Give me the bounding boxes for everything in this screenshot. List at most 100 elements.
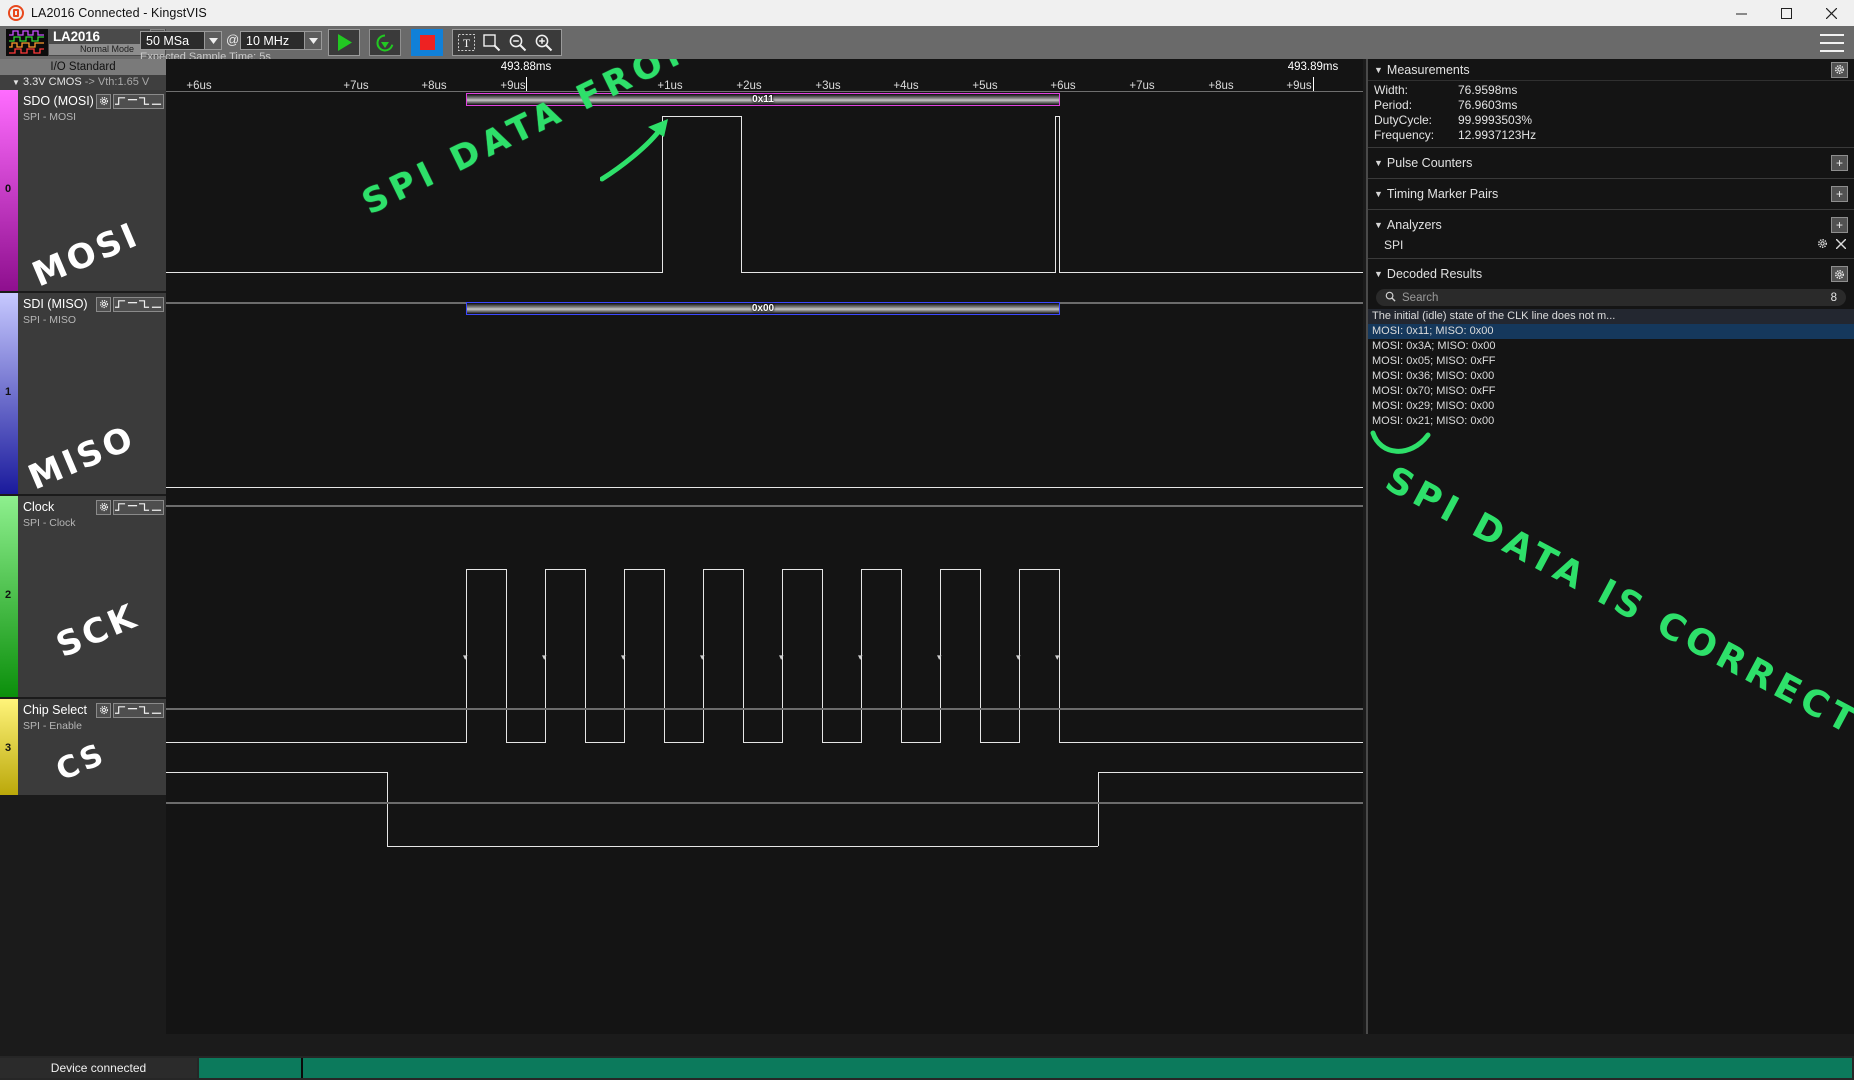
channel-index-3: 3 — [5, 742, 12, 754]
close-icon[interactable] — [1809, 0, 1854, 26]
sample-rate-dropdown[interactable]: 10 MHz — [240, 31, 322, 50]
chevron-down-icon[interactable]: ▼ — [1374, 158, 1383, 168]
decoded-result-row[interactable]: MOSI: 0x05; MISO: 0xFF — [1368, 354, 1854, 369]
decoded-results-list[interactable]: The initial (idle) state of the CLK line… — [1368, 309, 1854, 429]
waveform-lane-miso[interactable]: 0x00 — [166, 302, 1363, 507]
maximize-icon[interactable] — [1764, 0, 1809, 26]
clock-signal — [545, 569, 585, 570]
close-icon[interactable] — [1835, 238, 1847, 252]
device-logo-icon — [6, 29, 48, 56]
waveform-lane-chipselect[interactable] — [166, 710, 1363, 847]
analyzers-section-header[interactable]: ▼ Analyzers + — [1368, 214, 1854, 236]
high-level-icon — [127, 504, 138, 506]
loop-icon[interactable] — [369, 29, 401, 56]
measurement-row: Width: 76.9598ms — [1368, 83, 1854, 98]
zoom-in-icon[interactable] — [531, 30, 557, 55]
chevron-down-icon[interactable] — [204, 32, 221, 49]
channel-settings-gear-icon[interactable] — [96, 499, 111, 515]
io-standard-value[interactable]: ▼ 3.3V CMOS -> Vth:1.65 V — [0, 75, 166, 90]
chevron-down-icon[interactable]: ▼ — [1374, 65, 1383, 75]
waveform-area[interactable]: +6us +7us +8us +9us +1us +2us +3us +4us … — [166, 59, 1363, 1034]
run-icon[interactable] — [328, 29, 360, 56]
plus-icon[interactable]: + — [1831, 186, 1848, 202]
text-tool-button[interactable]: T — [453, 30, 479, 55]
timing-marker-pairs-title: Timing Marker Pairs — [1386, 187, 1499, 201]
channel-row-3[interactable]: 3 Chip Select SPI - Enable CS — [0, 699, 166, 797]
waveform-lane-mosi[interactable]: 0x11 SPI DATA FROM SPI POLL SEND — [166, 59, 1363, 304]
measurement-row: Period: 76.9603ms — [1368, 98, 1854, 113]
decoded-result-row[interactable]: MOSI: 0x70; MISO: 0xFF — [1368, 384, 1854, 399]
search-placeholder: Search — [1402, 291, 1439, 304]
zoom-out-icon[interactable] — [505, 30, 531, 55]
edge-trigger-group[interactable] — [113, 93, 164, 109]
clock-edge-marker: ▾ — [463, 652, 468, 662]
minimize-icon[interactable] — [1719, 0, 1764, 26]
capture-progress-bar — [199, 1058, 1852, 1078]
chevron-down-icon[interactable]: ▼ — [1374, 220, 1383, 230]
io-standard-label: I/O Standard — [0, 59, 166, 75]
decoded-results-title: Decoded Results — [1386, 267, 1483, 281]
decoded-result-row[interactable]: MOSI: 0x29; MISO: 0x00 — [1368, 399, 1854, 414]
decoded-result-row[interactable]: MOSI: 0x21; MISO: 0x00 — [1368, 414, 1854, 429]
decoded-result-row[interactable]: The initial (idle) state of the CLK line… — [1368, 309, 1854, 324]
channel-row-2[interactable]: 2 Clock SPI - Clock SCK — [0, 496, 166, 699]
waveform-lane-clock[interactable]: ▾ ▾ ▾ ▾ ▾ ▾ ▾ ▾ ▾ — [166, 507, 1363, 743]
channel-settings-gear-icon[interactable] — [96, 296, 111, 312]
channel-name-3: Chip Select — [23, 703, 87, 717]
measurements-list: Width: 76.9598ms Period: 76.9603ms DutyC… — [1368, 81, 1854, 143]
channel-row-1[interactable]: 1 SDI (MISO) SPI - MISO MISO — [0, 293, 166, 496]
high-level-icon — [127, 707, 138, 709]
clock-edge-marker: ▾ — [621, 652, 626, 662]
app-logo-icon — [8, 5, 24, 21]
miso-packet[interactable]: 0x00 — [466, 302, 1060, 315]
stop-icon[interactable] — [411, 29, 443, 56]
mosi-packet[interactable]: 0x11 — [466, 93, 1060, 106]
search-input[interactable]: Search 8 — [1376, 289, 1846, 306]
cs-signal — [387, 772, 388, 846]
plus-icon[interactable]: + — [1831, 155, 1848, 171]
chevron-down-icon[interactable] — [304, 32, 321, 49]
edge-trigger-group[interactable] — [113, 702, 164, 718]
hamburger-icon[interactable] — [1820, 34, 1844, 52]
time-ruler[interactable]: +6us +7us +8us +9us +1us +2us +3us +4us … — [166, 59, 1363, 92]
chevron-down-icon[interactable]: ▼ — [1374, 269, 1383, 279]
measurements-section-header[interactable]: ▼ Measurements — [1368, 59, 1854, 81]
decoded-result-row[interactable]: MOSI: 0x3A; MISO: 0x00 — [1368, 339, 1854, 354]
divider — [1368, 147, 1854, 148]
io-standard-voltage: 3.3V CMOS — [22, 76, 82, 88]
channel-role-2: SPI - Clock — [23, 517, 76, 529]
plus-icon[interactable]: + — [1831, 217, 1848, 233]
edge-trigger-group[interactable] — [113, 296, 164, 312]
decoded-result-row[interactable]: MOSI: 0x11; MISO: 0x00 — [1368, 324, 1854, 339]
chevron-down-icon[interactable]: ▼ — [1374, 189, 1383, 199]
high-level-icon — [127, 98, 138, 100]
pulse-counters-section-header[interactable]: ▼ Pulse Counters + — [1368, 152, 1854, 174]
channel-settings-gear-icon[interactable] — [96, 702, 111, 718]
timing-marker-pairs-section-header[interactable]: ▼ Timing Marker Pairs + — [1368, 183, 1854, 205]
measurements-title: Measurements — [1386, 62, 1470, 77]
channel-name-0: SDO (MOSI) — [23, 94, 94, 108]
lane-separator — [166, 802, 1363, 804]
zoom-fit-icon[interactable] — [479, 30, 505, 55]
clock-signal — [624, 569, 664, 570]
channel-index-2: 2 — [5, 589, 12, 601]
clock-signal — [466, 569, 506, 570]
analyzer-item-spi[interactable]: SPI — [1368, 236, 1854, 254]
low-level-icon — [151, 509, 162, 511]
channel-annotation-1: MISO — [22, 417, 142, 496]
decoded-result-row[interactable]: MOSI: 0x36; MISO: 0x00 — [1368, 369, 1854, 384]
edge-trigger-group[interactable] — [113, 499, 164, 515]
measurement-value: 12.9937123Hz — [1458, 128, 1537, 142]
gear-icon[interactable] — [1831, 266, 1848, 282]
decoded-results-section-header[interactable]: ▼ Decoded Results — [1368, 263, 1854, 285]
mosi-signal — [1055, 116, 1056, 273]
channel-row-0[interactable]: 0 SDO (MOSI) SPI - MOSI MOSI — [0, 90, 166, 293]
sample-count-dropdown[interactable]: 50 MSa — [140, 31, 222, 50]
channel-index-1: 1 — [5, 386, 12, 398]
gear-icon[interactable] — [1831, 61, 1848, 78]
channel-settings-gear-icon[interactable] — [96, 93, 111, 109]
measurement-label: Period: — [1374, 98, 1413, 112]
zoom-tool-group: T — [452, 29, 562, 56]
mosi-signal — [1059, 272, 1363, 273]
gear-icon[interactable] — [1817, 238, 1828, 252]
